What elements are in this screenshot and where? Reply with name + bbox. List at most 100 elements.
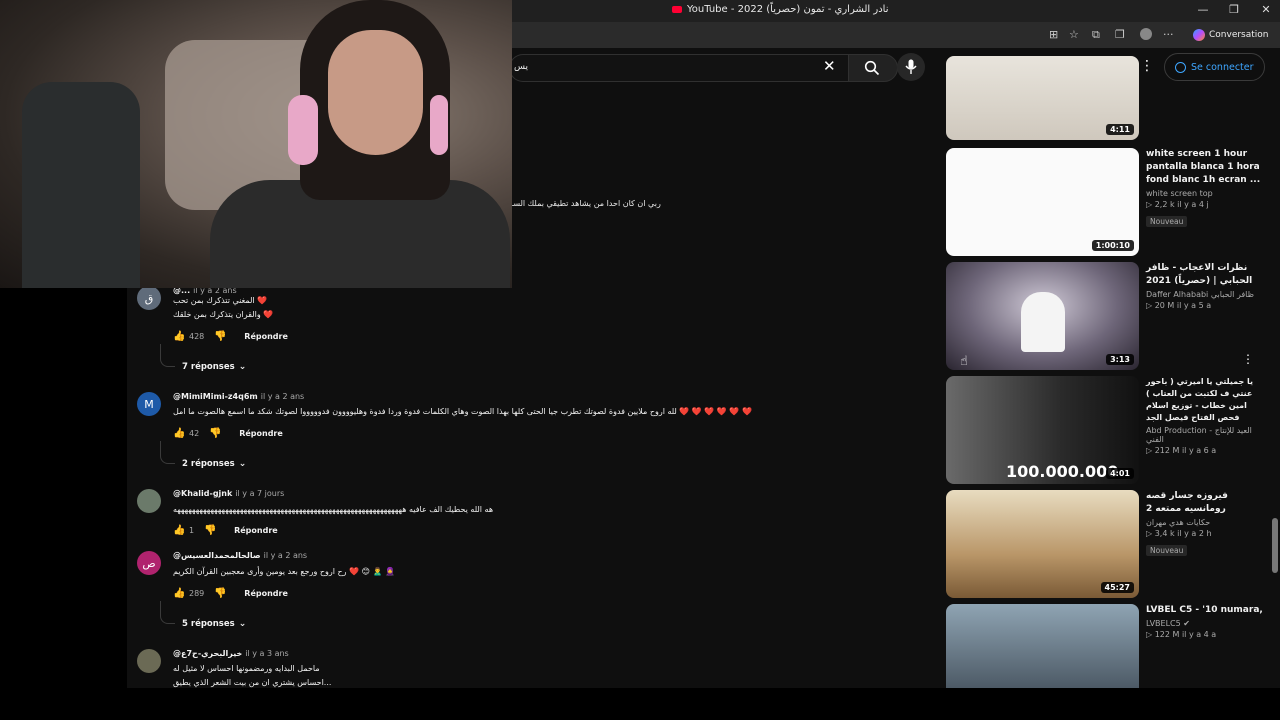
comment-author[interactable]: @MimiMimi-z4q6m il y a 2 ans bbox=[173, 392, 304, 401]
channel-name[interactable]: white screen top bbox=[1146, 189, 1271, 198]
comment-author[interactable]: @Khalid-gjnk il y a 7 jours bbox=[173, 489, 284, 498]
video-duration: 3:13 bbox=[1106, 354, 1134, 365]
video-duration: 45:27 bbox=[1100, 582, 1134, 593]
reply-button[interactable]: Répondre bbox=[244, 332, 288, 341]
video-title[interactable]: LVBEL C5 - '10 numara, bbox=[1146, 604, 1271, 617]
sign-in-button[interactable]: Se connecter bbox=[1164, 53, 1265, 81]
video-title[interactable]: فيروزه جسار قصه رومانسيه ممتعه 2 bbox=[1146, 490, 1271, 516]
video-thumbnail[interactable]: 4:11 bbox=[946, 56, 1139, 140]
dislike-icon[interactable]: 👎 bbox=[209, 428, 221, 439]
favorite-star-icon[interactable]: ☆ bbox=[1069, 28, 1079, 41]
view-replies-button[interactable]: 2 réponses ⌄ bbox=[159, 441, 247, 469]
like-icon[interactable]: 👍 bbox=[173, 331, 185, 342]
avatar[interactable]: ق bbox=[137, 286, 161, 310]
video-duration: 4:01 bbox=[1106, 468, 1134, 479]
mouse-cursor-icon: ☝ bbox=[960, 354, 968, 369]
singer-figure bbox=[1021, 292, 1065, 352]
like-count: 1 bbox=[189, 526, 195, 535]
new-badge: Nouveau bbox=[1146, 216, 1188, 227]
recommended-video[interactable]: 100.000.000 4:01 يا جميلتي يا اميرتي ( ب… bbox=[946, 376, 1280, 484]
recommended-video[interactable]: 1:00:10 white screen 1 hour pantalla bla… bbox=[946, 148, 1280, 256]
channel-name[interactable]: LVBELC5 ✔ bbox=[1146, 619, 1271, 628]
comment-line: المغني تتذكرك بمن تحب ❤️ bbox=[173, 296, 268, 305]
conversation-label: Conversation bbox=[1209, 30, 1269, 40]
video-meta: ▷ 3,4 k il y a 2 h bbox=[1146, 529, 1212, 538]
video-meta: ▷ 212 M il y a 6 a bbox=[1146, 446, 1217, 455]
settings-menu-icon[interactable]: ⋮ bbox=[1140, 58, 1154, 74]
avatar[interactable]: ص bbox=[137, 551, 161, 575]
video-info: LVBEL C5 - '10 numara, LVBELC5 ✔ ▷ 122 M… bbox=[1146, 604, 1271, 639]
clear-search-icon[interactable]: ✕ bbox=[823, 57, 836, 75]
views-overlay-text: 100.000.000 bbox=[1006, 462, 1119, 481]
video-menu-icon[interactable]: ⋮ bbox=[1242, 352, 1254, 366]
maximize-button[interactable]: ❐ bbox=[1224, 3, 1244, 16]
chevron-down-icon: ⌄ bbox=[238, 459, 247, 469]
like-icon[interactable]: 👍 bbox=[173, 588, 185, 599]
comment-actions: 👍 1 👎 Répondre bbox=[173, 525, 278, 536]
video-thumbnail[interactable]: 45:27 bbox=[946, 490, 1139, 598]
like-count: 289 bbox=[189, 589, 205, 598]
headphones-right bbox=[430, 95, 448, 155]
like-icon[interactable]: 👍 bbox=[173, 428, 185, 439]
sign-in-label: Se connecter bbox=[1191, 61, 1254, 73]
more-menu-icon[interactable]: ··· bbox=[1163, 28, 1174, 41]
apps-icon[interactable]: ⊞ bbox=[1049, 28, 1058, 41]
webcam-overlay bbox=[0, 0, 512, 288]
recommended-video[interactable]: 3:13 نظرات الاعجاب - ظافر الحبابي | (حصر… bbox=[946, 262, 1280, 370]
voice-search-button[interactable] bbox=[897, 53, 925, 81]
comment-actions: 👍 428 👎 Répondre bbox=[173, 331, 288, 342]
recommended-video[interactable]: LVBEL C5 - '10 numara, LVBELC5 ✔ ▷ 122 M… bbox=[946, 604, 1280, 688]
profile-avatar[interactable] bbox=[1140, 28, 1152, 40]
person-face bbox=[328, 30, 423, 155]
page-scrollbar[interactable] bbox=[1270, 86, 1280, 686]
channel-name[interactable]: Daffer Alhababi ظافر الحبابي bbox=[1146, 290, 1271, 299]
video-thumbnail[interactable] bbox=[946, 604, 1139, 688]
comment-actions: 👍 42 👎 Répondre bbox=[173, 428, 283, 439]
avatar[interactable] bbox=[137, 649, 161, 673]
collections-icon[interactable]: ❐ bbox=[1115, 28, 1125, 41]
window-title-text: YouTube - 2022 (حصرياً) نادر الشراري - ت… bbox=[687, 4, 889, 15]
recommended-video[interactable]: 45:27 فيروزه جسار قصه رومانسيه ممتعه 2 ح… bbox=[946, 490, 1280, 598]
close-window-button[interactable]: ✕ bbox=[1256, 3, 1276, 16]
search-value: يس bbox=[514, 62, 528, 72]
dislike-icon[interactable]: 👎 bbox=[204, 525, 216, 536]
comment-line: رح اروح ورجع بعد يومين وأرى معجبين القرآ… bbox=[173, 567, 395, 576]
scrollbar-thumb[interactable] bbox=[1272, 518, 1278, 573]
video-thumbnail[interactable]: 100.000.000 4:01 bbox=[946, 376, 1139, 484]
comment-actions: 👍 289 👎 Répondre bbox=[173, 588, 288, 599]
comment-line: هه الله يحطيك الف عافيه هههههههههههههههه… bbox=[173, 505, 494, 514]
chevron-down-icon: ⌄ bbox=[238, 362, 247, 372]
video-meta: ▷ 122 M il y a 4 a bbox=[1146, 630, 1217, 639]
video-title[interactable]: white screen 1 hour pantalla blanca 1 ho… bbox=[1146, 148, 1271, 187]
video-thumbnail[interactable]: 1:00:10 bbox=[946, 148, 1139, 256]
avatar[interactable]: M bbox=[137, 392, 161, 416]
dislike-icon[interactable]: 👎 bbox=[214, 588, 226, 599]
copilot-conversation-button[interactable]: Conversation bbox=[1187, 26, 1275, 44]
minimize-button[interactable]: — bbox=[1193, 3, 1213, 16]
channel-name[interactable]: حكايات هدي مهران bbox=[1146, 518, 1271, 527]
video-meta: ▷ 2,2 k il y a 4 j bbox=[1146, 200, 1209, 209]
comment-line: لله اروح ملايين فدوة لصوتك تطرب جيا الحت… bbox=[173, 407, 752, 416]
search-input[interactable]: يس bbox=[509, 54, 850, 82]
video-info: نظرات الاعجاب - ظافر الحبابي | (حصرياً) … bbox=[1146, 262, 1271, 310]
dislike-icon[interactable]: 👎 bbox=[214, 331, 226, 342]
reply-button[interactable]: Répondre bbox=[239, 429, 283, 438]
window-title: YouTube - 2022 (حصرياً) نادر الشراري - ت… bbox=[672, 4, 889, 15]
video-title[interactable]: نظرات الاعجاب - ظافر الحبابي | (حصرياً) … bbox=[1146, 262, 1271, 288]
reply-button[interactable]: Répondre bbox=[234, 526, 278, 535]
comment-author[interactable]: @خيرالبحري-ح7ع il y a 3 ans bbox=[173, 649, 289, 658]
copilot-icon bbox=[1193, 29, 1205, 41]
comment-author[interactable]: @صالحالمحمدالعسيس il y a 2 ans bbox=[173, 551, 307, 560]
search-button[interactable] bbox=[848, 54, 898, 82]
view-replies-button[interactable]: 5 réponses ⌄ bbox=[159, 601, 247, 629]
chevron-down-icon: ⌄ bbox=[238, 619, 247, 629]
reply-button[interactable]: Répondre bbox=[244, 589, 288, 598]
video-duration: 4:11 bbox=[1106, 124, 1134, 135]
video-title[interactable]: يا جميلتي يا اميرتي ( باحور عنتي ف لكتبت… bbox=[1146, 376, 1271, 424]
like-icon[interactable]: 👍 bbox=[173, 525, 185, 536]
video-thumbnail[interactable]: 3:13 bbox=[946, 262, 1139, 370]
avatar[interactable] bbox=[137, 489, 161, 513]
channel-name[interactable]: Abd Production - العيد للإنتاج الفني bbox=[1146, 426, 1271, 444]
view-replies-button[interactable]: 7 réponses ⌄ bbox=[159, 344, 247, 372]
extension-icon[interactable]: ⧉ bbox=[1092, 28, 1100, 42]
